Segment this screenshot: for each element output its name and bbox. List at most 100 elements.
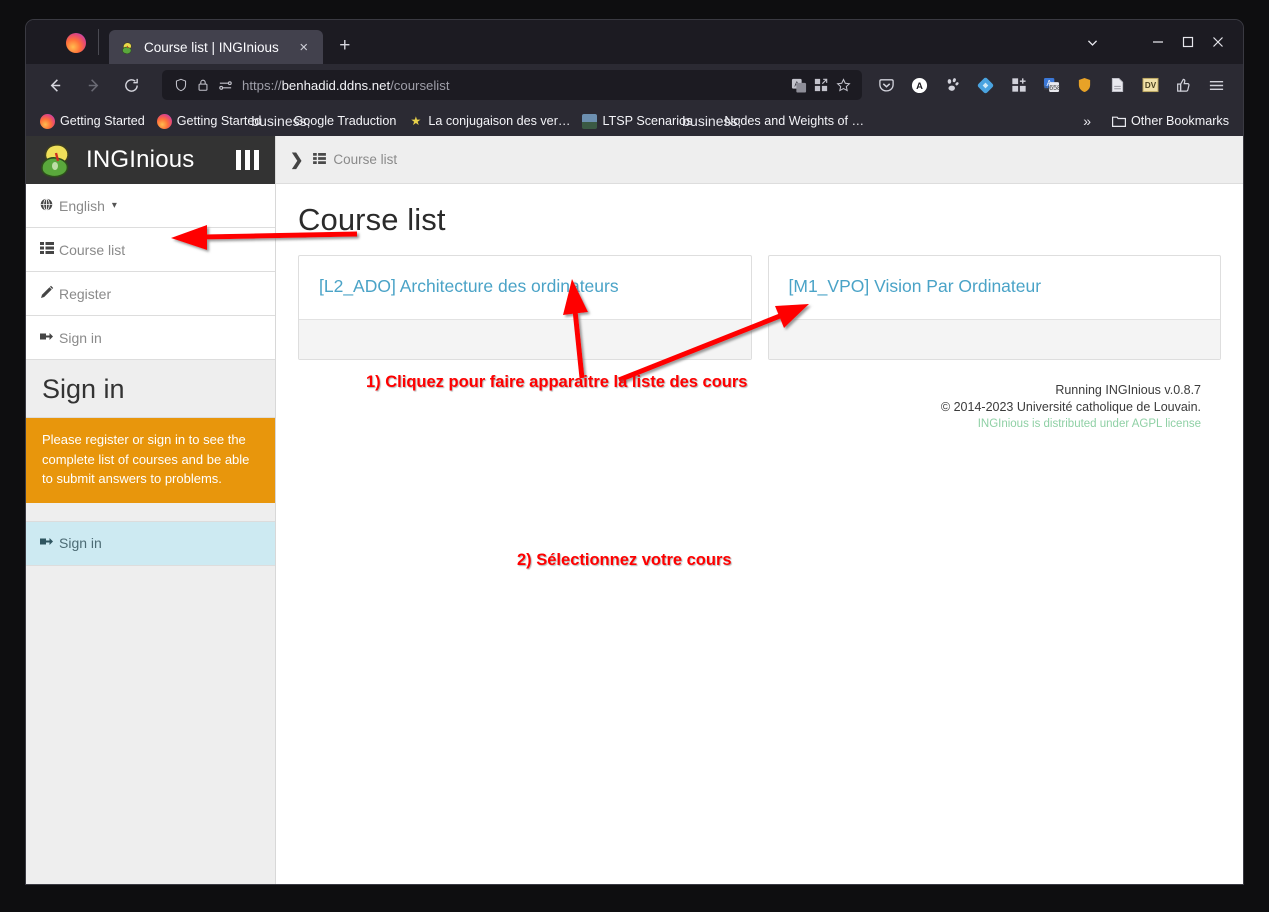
- page-viewport: INGInious English ▾ Course list Register…: [26, 136, 1243, 884]
- bookmark-star-icon[interactable]: [832, 74, 854, 96]
- list-all-tabs-icon[interactable]: [1077, 27, 1107, 57]
- footer-version: Running INGInious v.0.8.7: [1055, 383, 1201, 397]
- url-protocol: https://: [242, 77, 282, 93]
- course-link[interactable]: [M1_VPO] Vision Par Ordinateur: [789, 276, 1042, 296]
- chevron-down-icon: ▾: [111, 200, 117, 211]
- bookmark-item[interactable]: Getting Started: [151, 109, 268, 133]
- bookmark-item[interactable]: business; Nodes and Weights of …: [682, 109, 870, 133]
- translate-icon[interactable]: A: [788, 74, 810, 96]
- navigation-toolbar: https://benhadid.ddns.net/courselist A A…: [26, 64, 1243, 106]
- sidebar-item-label: Sign in: [59, 329, 102, 346]
- account-icon[interactable]: A: [905, 71, 934, 100]
- bookmark-item[interactable]: ★ La conjugaison des ver…: [402, 109, 576, 133]
- bookmark-item[interactable]: LTSP Scenarios: [576, 109, 698, 133]
- browser-tab[interactable]: Course list | INGInious ×: [109, 30, 323, 64]
- tab-strip: Course list | INGInious × +: [26, 20, 1243, 64]
- firefox-icon: [40, 113, 55, 129]
- bookmarks-bar: Getting Started Getting Started business…: [26, 106, 1243, 136]
- permissions-icon[interactable]: [214, 74, 236, 96]
- conjugaison-icon: ★: [410, 114, 422, 128]
- bookmarks-right-group: » Other Bookmarks: [1083, 109, 1235, 133]
- sidebar-item-course-list[interactable]: Course list: [26, 228, 275, 272]
- sidebar-item-label: Course list: [59, 241, 126, 258]
- course-link[interactable]: [L2_ADO] Architecture des ordinateurs: [319, 276, 619, 296]
- other-bookmarks-label: Other Bookmarks: [1131, 114, 1229, 128]
- extensions-icon[interactable]: [1004, 71, 1033, 100]
- forward-button[interactable]: [78, 70, 108, 100]
- dv-icon[interactable]: DV: [1136, 71, 1165, 100]
- other-bookmarks-button[interactable]: Other Bookmarks: [1105, 109, 1235, 133]
- thumbs-up-icon[interactable]: [1169, 71, 1198, 100]
- ublock-shield-icon[interactable]: [1070, 71, 1099, 100]
- globe-icon: business;: [251, 113, 311, 129]
- back-button[interactable]: [40, 70, 70, 100]
- course-card[interactable]: [L2_ADO] Architecture des ordinateurs: [298, 255, 752, 360]
- person-photo-icon: [582, 113, 598, 129]
- chevron-right-icon[interactable]: ❯: [290, 150, 303, 170]
- main-content: ❯ Course list Course list [L2_ADO] Archi…: [276, 136, 1243, 884]
- window-minimize-button[interactable]: [1143, 27, 1173, 57]
- bookmark-label: La conjugaison des ver…: [428, 114, 571, 128]
- inginious-sidebar: INGInious English ▾ Course list Register…: [26, 136, 276, 884]
- svg-text:A: A: [916, 80, 923, 91]
- sidebar-header: INGInious: [26, 136, 275, 184]
- globe-icon: business;: [682, 113, 742, 129]
- bookmark-label: Nodes and Weights of …: [724, 114, 865, 128]
- tab-close-icon[interactable]: ×: [293, 36, 315, 58]
- content-area: Course list [L2_ADO] Architecture des or…: [276, 184, 1243, 433]
- sidebar-item-label: English: [59, 197, 105, 214]
- url-path: /courselist: [390, 77, 450, 93]
- url-bar[interactable]: https://benhadid.ddns.net/courselist A: [162, 70, 862, 100]
- gitlab-icon[interactable]: [971, 71, 1000, 100]
- gnome-icon[interactable]: [938, 71, 967, 100]
- bookmarks-overflow-icon[interactable]: »: [1083, 113, 1091, 129]
- window-controls: [1077, 20, 1243, 64]
- breadcrumb-label[interactable]: Course list: [333, 152, 397, 167]
- course-card[interactable]: [M1_VPO] Vision Par Ordinateur: [767, 255, 1221, 360]
- bookmark-item[interactable]: business; Google Traduction: [251, 109, 402, 133]
- course-card-body: [M1_VPO] Vision Par Ordinateur: [769, 256, 1221, 319]
- sidebar-signin-action[interactable]: Sign in: [26, 521, 275, 566]
- app-menu-icon[interactable]: [1202, 71, 1231, 100]
- page-icon[interactable]: [1103, 71, 1132, 100]
- url-host: benhadid.ddns.net: [281, 77, 391, 93]
- course-card-grid: [L2_ADO] Architecture des ordinateurs [M…: [298, 255, 1221, 360]
- sidebar-toggle-icon[interactable]: [236, 150, 263, 170]
- tab-title: Course list | INGInious: [144, 39, 279, 55]
- page-title: Course list: [298, 202, 446, 237]
- footer-copyright: © 2014-2023 Université catholique de Lou…: [940, 400, 1201, 414]
- sidebar-signin-action-label: Sign in: [59, 535, 102, 551]
- shield-icon[interactable]: [170, 74, 192, 96]
- lock-icon[interactable]: [192, 74, 214, 96]
- footer-license-link[interactable]: INGInious is distributed under AGPL lice…: [298, 416, 1201, 433]
- breadcrumb: ❯ Course list: [276, 136, 1243, 184]
- url-text[interactable]: https://benhadid.ddns.net/courselist: [242, 78, 788, 93]
- tabstrip-divider: [98, 29, 99, 55]
- sidebar-item-sign-in[interactable]: Sign in: [26, 316, 275, 360]
- inginious-mascot-logo[interactable]: [38, 142, 76, 178]
- course-card-body: [L2_ADO] Architecture des ordinateurs: [299, 256, 751, 319]
- translate-ext-icon[interactable]: A\u6587: [1037, 71, 1066, 100]
- course-card-footer: [299, 319, 751, 359]
- bookmark-label: LTSP Scenarios: [602, 114, 693, 128]
- list-icon: [40, 242, 59, 257]
- page-footer: Running INGInious v.0.8.7 © 2014-2023 Un…: [298, 382, 1221, 433]
- window-maximize-button[interactable]: [1173, 27, 1203, 57]
- bookmark-item[interactable]: Getting Started: [34, 109, 151, 133]
- browser-window: Course list | INGInious × + https://benh…: [26, 20, 1243, 884]
- reload-button[interactable]: [116, 70, 146, 100]
- reader-grid-icon[interactable]: [810, 74, 832, 96]
- firefox-icon: [156, 113, 172, 129]
- sidebar-signin-heading: Sign in: [26, 360, 275, 418]
- pocket-icon[interactable]: [872, 71, 901, 100]
- toolbar-extension-icons: A A\u6587 DV: [870, 71, 1233, 100]
- svg-text:\u6587: \u6587: [1043, 85, 1060, 92]
- pencil-icon: [40, 285, 59, 302]
- sidebar-item-language[interactable]: English ▾: [26, 184, 275, 228]
- sidebar-item-label: Register: [59, 285, 112, 302]
- window-close-button[interactable]: [1203, 27, 1233, 57]
- firefox-logo-icon: [66, 33, 86, 53]
- sidebar-alert-message: Please register or sign in to see the co…: [26, 418, 275, 503]
- new-tab-button[interactable]: +: [331, 32, 359, 60]
- sidebar-item-register[interactable]: Register: [26, 272, 275, 316]
